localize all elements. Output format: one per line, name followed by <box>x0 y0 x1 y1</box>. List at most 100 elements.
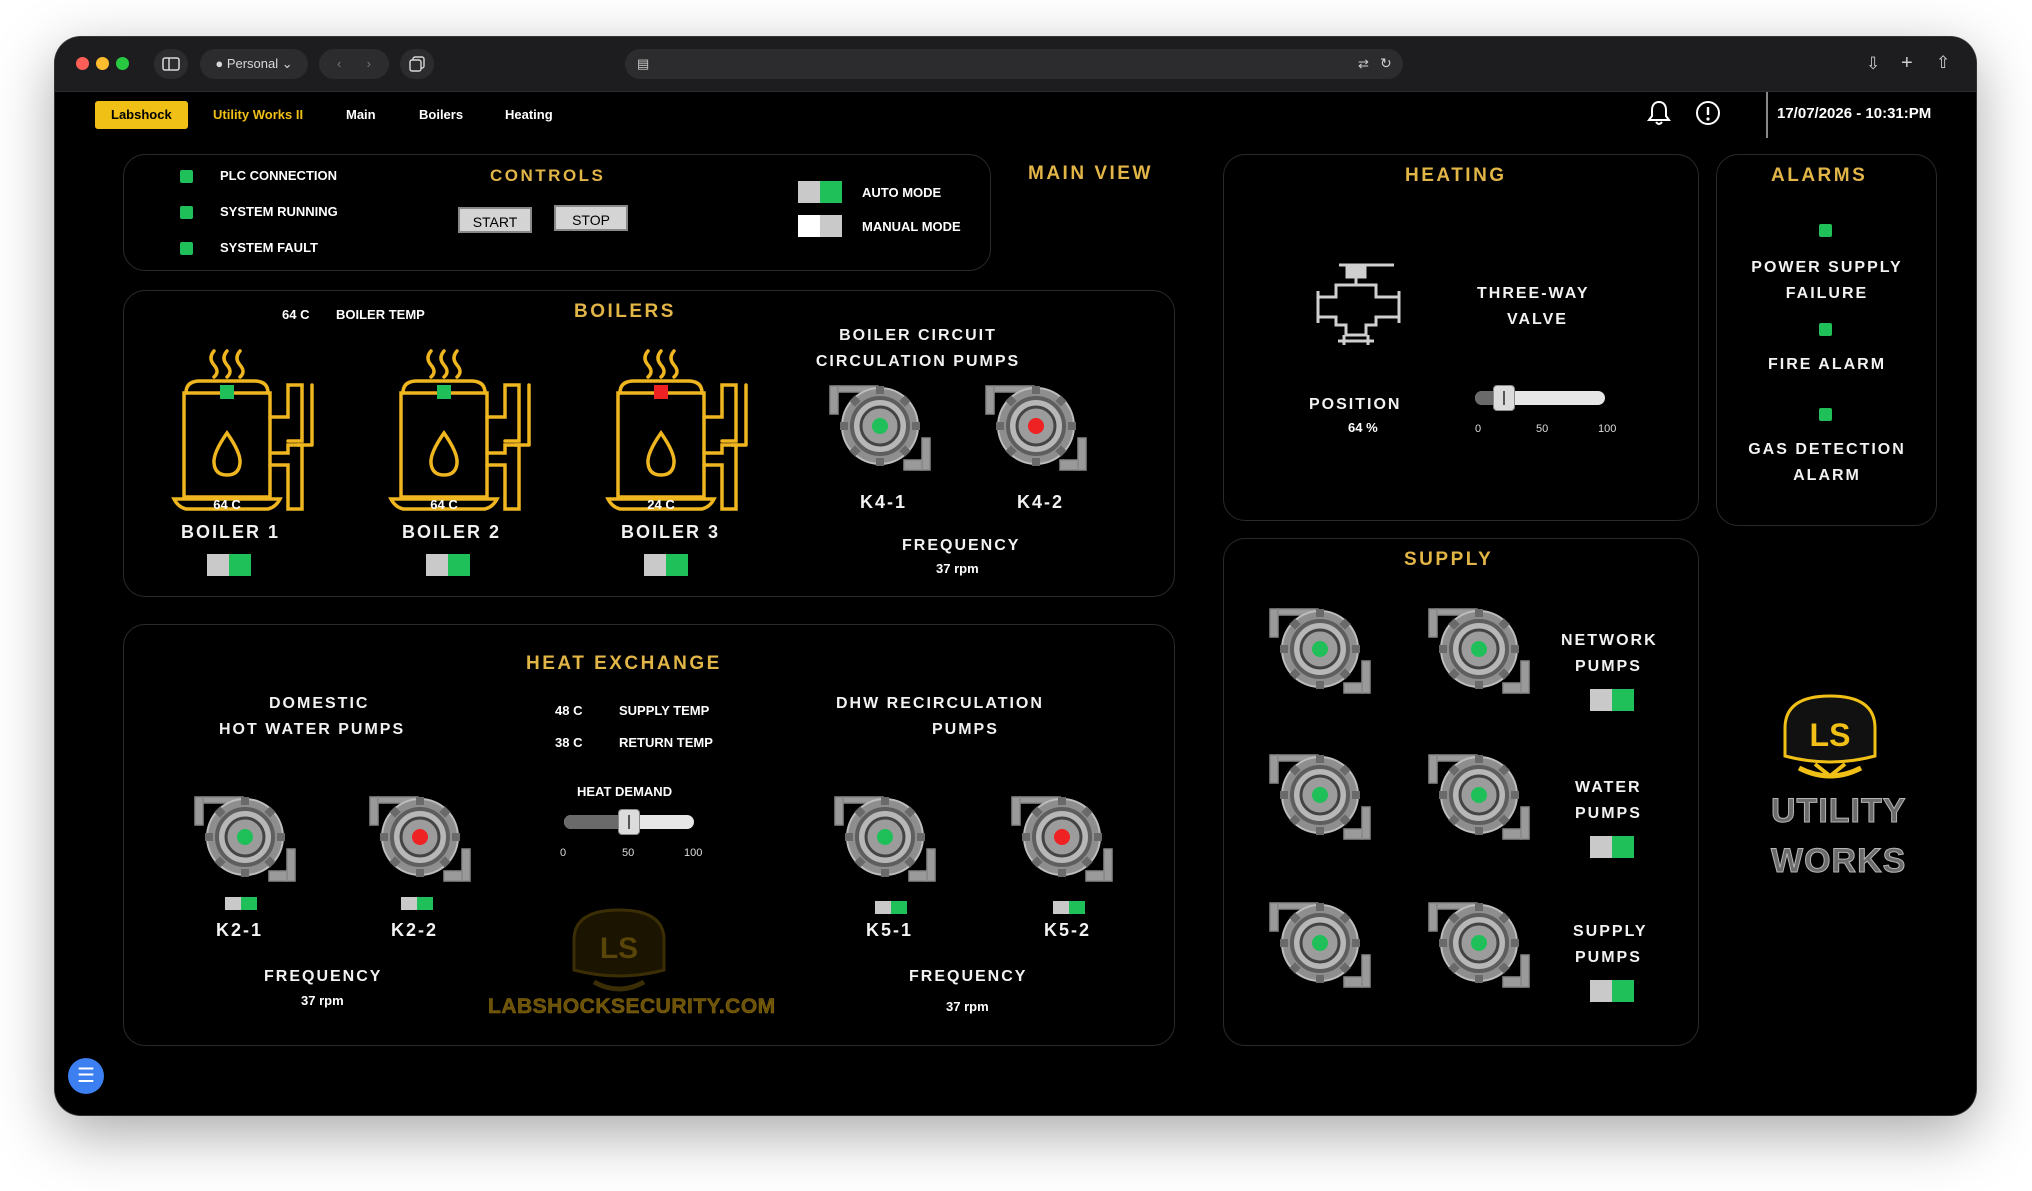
downloads-icon[interactable]: ⇩ <box>1866 54 1880 74</box>
boiler-3-toggle[interactable] <box>644 554 688 576</box>
dhw-pumps-title-2: HOT WATER PUMPS <box>219 721 406 738</box>
heating-panel: HEATING THREE-WAY VALVE POSITION 64 % 0 … <box>1223 154 1699 521</box>
pump-k2-2-led <box>412 829 428 845</box>
pump-k5-2-icon[interactable] <box>1006 795 1118 891</box>
translate-icon[interactable]: ⇄ <box>1358 54 1369 74</box>
pump-k4-2-icon[interactable] <box>980 384 1092 480</box>
stop-button[interactable]: STOP <box>554 205 628 231</box>
browser-window: ● Personal ⌄ ‹ › ▤ ⇄ ↻ ⇩ + ⇧ Labshock Ut… <box>55 37 1976 1115</box>
auto-mode-label: AUTO MODE <box>862 185 942 200</box>
water-pumps-toggle[interactable] <box>1590 836 1634 858</box>
profile-label: Personal <box>226 56 279 71</box>
dhw-frequency-label: FREQUENCY <box>264 968 383 985</box>
pump-k2-2-icon[interactable] <box>364 795 476 891</box>
heat-demand-tick-0: 0 <box>560 847 567 859</box>
address-bar[interactable]: ▤ ⇄ ↻ <box>625 49 1403 79</box>
boiler-2-status-led <box>437 385 451 399</box>
boiler-2-temp: 64 C <box>430 497 458 512</box>
boiler-temp-value: 64 C <box>282 307 310 322</box>
position-label: POSITION <box>1309 396 1402 413</box>
supply-pump-1-icon[interactable] <box>1264 901 1376 997</box>
watermark-logo: LS <box>572 908 666 992</box>
boiler-1-toggle[interactable] <box>207 554 251 576</box>
valve-tick-100: 100 <box>1598 423 1617 435</box>
pump-k4-1-label: K4-1 <box>860 492 908 512</box>
valve-label-2: VALVE <box>1507 311 1568 328</box>
water-pump-1-icon[interactable] <box>1264 753 1376 849</box>
minimize-window-button[interactable] <box>96 57 109 70</box>
chevron-down-icon: ⌄ <box>281 56 293 71</box>
pump-k4-1-icon[interactable] <box>824 384 936 480</box>
network-pumps-label-2: PUMPS <box>1575 658 1642 675</box>
pump-k2-1-led <box>237 829 253 845</box>
auto-mode-toggle[interactable] <box>798 181 842 203</box>
reload-icon[interactable]: ↻ <box>1380 53 1392 73</box>
boiler-1-icon[interactable]: 64 C <box>170 345 326 517</box>
share-icon[interactable]: ⇧ <box>1936 53 1950 73</box>
boiler-3-temp: 24 C <box>647 497 675 512</box>
alarms-panel: ALARMS POWER SUPPLY FAILURE FIRE ALARM G… <box>1716 154 1937 526</box>
valve-position-thumb[interactable] <box>1492 385 1515 411</box>
sidebar-toggle-button[interactable] <box>154 49 188 79</box>
boiler-3-status-led <box>654 385 668 399</box>
nav-item-labshock[interactable]: Labshock <box>95 101 188 129</box>
tab-overview-button[interactable] <box>400 49 434 79</box>
back-arrow-icon[interactable]: ‹ <box>337 56 341 71</box>
fire-alarm-led <box>1819 323 1832 336</box>
watermark-text: LABSHOCKSECURITY.COM <box>488 995 776 1019</box>
zoom-window-button[interactable] <box>116 57 129 70</box>
nav-item-heating[interactable]: Heating <box>505 101 553 129</box>
supply-pumps-label-2: PUMPS <box>1575 949 1642 966</box>
page-settings-icon[interactable]: ▤ <box>637 54 649 74</box>
nav-divider <box>1766 92 1768 138</box>
three-way-valve-icon[interactable] <box>1314 255 1404 350</box>
manual-mode-toggle[interactable] <box>798 215 842 237</box>
network-pump-2-led <box>1471 641 1487 657</box>
pump-k5-2-toggle[interactable] <box>1053 901 1085 914</box>
circ-frequency-label: FREQUENCY <box>902 537 1021 554</box>
valve-position-slider[interactable] <box>1475 385 1605 411</box>
pump-k2-1-label: K2-1 <box>216 920 264 940</box>
nav-item-utility-works[interactable]: Utility Works II <box>213 101 303 129</box>
logo-badge-text: LS <box>1810 717 1851 753</box>
pump-k4-1-led <box>872 418 888 434</box>
boiler-1-status-led <box>220 385 234 399</box>
network-pump-2-icon[interactable] <box>1423 607 1535 703</box>
gas-detection-alarm-label-1: GAS DETECTION <box>1748 441 1906 458</box>
browser-toolbar: ● Personal ⌄ ‹ › ▤ ⇄ ↻ ⇩ + ⇧ <box>55 37 1976 92</box>
pump-k2-1-icon[interactable] <box>189 795 301 891</box>
network-pump-1-icon[interactable] <box>1264 607 1376 703</box>
water-pump-2-icon[interactable] <box>1423 753 1535 849</box>
network-pumps-toggle[interactable] <box>1590 689 1634 711</box>
pump-k2-1-toggle[interactable] <box>225 897 257 910</box>
nav-item-main[interactable]: Main <box>346 101 376 129</box>
boiler-2-toggle[interactable] <box>426 554 470 576</box>
profile-button[interactable]: ● Personal ⌄ <box>200 49 308 79</box>
menu-fab-button[interactable]: ☰ <box>68 1058 104 1094</box>
new-tab-icon[interactable]: + <box>1901 53 1913 73</box>
pump-k2-2-toggle[interactable] <box>401 897 433 910</box>
supply-pump-2-icon[interactable] <box>1423 901 1535 997</box>
alarms-title: ALARMS <box>1771 165 1868 186</box>
alert-icon[interactable] <box>1695 100 1721 126</box>
bell-icon[interactable] <box>1646 99 1672 127</box>
boiler-2-icon[interactable]: 64 C <box>387 345 543 517</box>
pump-k5-1-icon[interactable] <box>829 795 941 891</box>
heat-demand-slider[interactable] <box>564 809 694 835</box>
boiler-1-temp: 64 C <box>213 497 241 512</box>
forward-arrow-icon[interactable]: › <box>367 56 371 71</box>
start-button[interactable]: START <box>458 207 532 233</box>
supply-panel: SUPPLY NETWORK PUMPS WATER PUMPS SUPPLY … <box>1223 538 1699 1046</box>
boiler-1-label: BOILER 1 <box>181 522 281 542</box>
system-running-label: SYSTEM RUNNING <box>220 204 338 219</box>
close-window-button[interactable] <box>76 57 89 70</box>
plc-connection-label: PLC CONNECTION <box>220 168 337 183</box>
return-temp-label: RETURN TEMP <box>619 735 713 750</box>
supply-temp-value: 48 C <box>555 703 583 718</box>
heat-demand-thumb[interactable] <box>618 809 640 835</box>
manual-mode-label: MANUAL MODE <box>862 219 961 234</box>
nav-item-boilers[interactable]: Boilers <box>419 101 463 129</box>
supply-pumps-toggle[interactable] <box>1590 980 1634 1002</box>
circ-pumps-title-1: BOILER CIRCUIT <box>839 327 997 344</box>
pump-k5-1-toggle[interactable] <box>875 901 907 914</box>
